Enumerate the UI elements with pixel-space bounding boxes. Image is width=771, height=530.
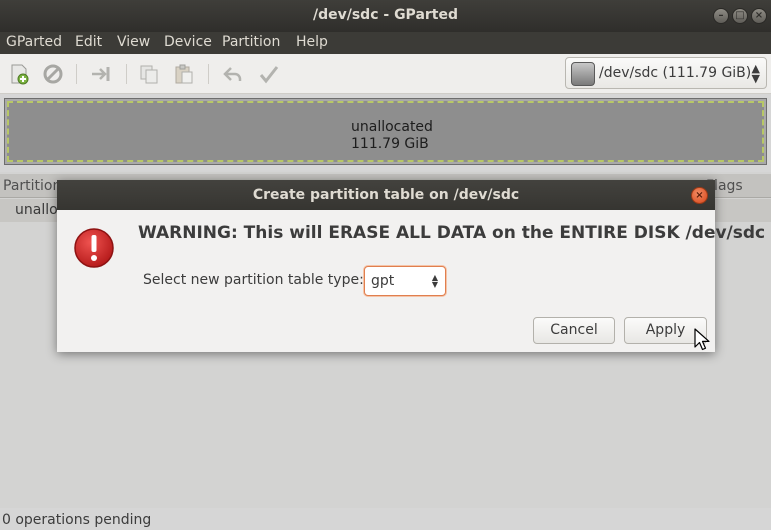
create-partition-table-dialog: Create partition table on /dev/sdc × WAR… bbox=[57, 180, 765, 352]
unallocated-label: unallocated bbox=[351, 119, 433, 135]
menu-gparted[interactable]: GParted bbox=[6, 34, 62, 50]
undo-icon[interactable] bbox=[222, 63, 244, 85]
cancel-button[interactable]: Cancel bbox=[533, 317, 615, 344]
menu-bar: GParted Edit View Device Partition Help bbox=[0, 32, 771, 54]
resize-move-icon[interactable] bbox=[90, 63, 112, 85]
unallocated-region[interactable]: unallocated 111.79 GiB bbox=[7, 101, 764, 162]
device-selector[interactable]: /dev/sdc (111.79 GiB) ▲ ▼ bbox=[565, 57, 767, 89]
window-titlebar[interactable]: /dev/sdc - GParted – □ × bbox=[0, 0, 771, 32]
column-header-partition[interactable]: Partition bbox=[3, 178, 61, 194]
dialog-titlebar[interactable]: Create partition table on /dev/sdc × bbox=[57, 180, 715, 210]
partition-table-type-label: Select new partition table type: bbox=[143, 272, 364, 288]
minimize-button[interactable]: – bbox=[713, 8, 729, 24]
status-text: 0 operations pending bbox=[2, 512, 152, 528]
copy-icon[interactable] bbox=[138, 63, 160, 85]
partition-table-type-select[interactable]: gpt ▲ ▼ bbox=[364, 266, 446, 296]
toolbar-separator bbox=[76, 64, 77, 84]
maximize-button[interactable]: □ bbox=[732, 8, 748, 24]
error-icon bbox=[74, 228, 114, 268]
warning-message: WARNING: This will ERASE ALL DATA on the… bbox=[138, 223, 766, 243]
delete-icon[interactable] bbox=[42, 63, 64, 85]
menu-device[interactable]: Device bbox=[164, 34, 212, 50]
dialog-close-button[interactable]: × bbox=[691, 187, 708, 204]
menu-help[interactable]: Help bbox=[296, 34, 328, 50]
partition-table-type-value: gpt bbox=[371, 273, 395, 289]
mouse-pointer-icon bbox=[694, 328, 710, 351]
dialog-title: Create partition table on /dev/sdc bbox=[252, 187, 520, 203]
toolbar-separator bbox=[126, 64, 127, 84]
unallocated-size: 111.79 GiB bbox=[351, 136, 429, 152]
apply-icon[interactable] bbox=[258, 63, 280, 85]
window-title: /dev/sdc - GParted bbox=[312, 7, 459, 23]
disk-map[interactable]: unallocated 111.79 GiB bbox=[4, 98, 767, 165]
chevron-updown-icon: ▲ ▼ bbox=[751, 62, 760, 85]
paste-icon[interactable] bbox=[173, 63, 195, 85]
close-button[interactable]: × bbox=[751, 8, 767, 24]
chevron-updown-icon: ▲ ▼ bbox=[431, 273, 438, 289]
new-partition-icon[interactable] bbox=[8, 63, 30, 85]
menu-partition[interactable]: Partition bbox=[222, 34, 280, 50]
menu-view[interactable]: View bbox=[117, 34, 150, 50]
menu-edit[interactable]: Edit bbox=[75, 34, 102, 50]
device-selector-label: /dev/sdc (111.79 GiB) bbox=[599, 65, 752, 81]
hard-disk-icon bbox=[571, 62, 595, 86]
toolbar-separator bbox=[208, 64, 209, 84]
status-bar: 0 operations pending bbox=[0, 508, 771, 530]
